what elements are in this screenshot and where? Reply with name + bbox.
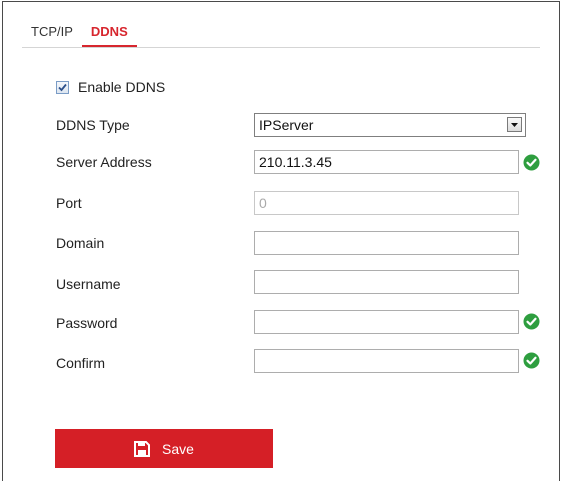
server-address-label: Server Address [56,154,152,170]
enable-ddns-row: Enable DDNS [55,79,165,95]
chevron-down-icon[interactable] [507,117,522,132]
valid-check-icon [523,313,540,330]
domain-label: Domain [56,235,105,251]
confirm-label: Confirm [56,355,106,371]
port-label: Port [56,195,82,211]
save-button[interactable]: Save [55,429,273,468]
floppy-disk-icon [134,440,151,457]
valid-check-icon [523,154,540,171]
confirm-field[interactable] [254,349,519,373]
enable-ddns-checkbox[interactable] [56,80,69,94]
tab-bar: TCP/IP DDNS [22,24,137,47]
tab-ddns[interactable]: DDNS [81,24,137,47]
port-field: 0 [254,191,519,215]
enable-ddns-label: Enable DDNS [78,79,166,95]
password-field[interactable] [254,310,519,334]
username-label: Username [56,276,121,292]
server-address-field[interactable]: 210.11.3.45 [254,150,519,174]
save-button-label: Save [162,440,194,457]
ddns-type-label: DDNS Type [56,117,130,133]
domain-field[interactable] [254,231,519,255]
username-field[interactable] [254,270,519,294]
ddns-type-select[interactable]: IPServer [254,113,526,137]
checkmark-icon [58,83,67,91]
valid-check-icon [523,352,540,369]
ddns-type-value: IPServer [259,117,314,133]
password-label: Password [56,315,118,331]
tab-tcpip[interactable]: TCP/IP [22,24,82,47]
tab-divider [22,47,540,48]
